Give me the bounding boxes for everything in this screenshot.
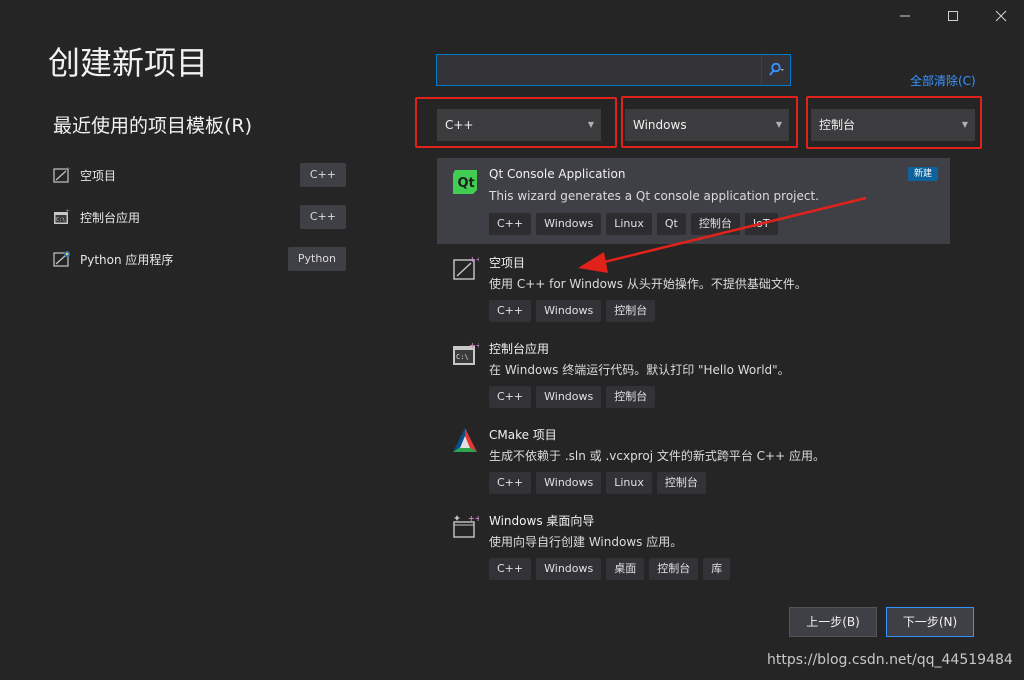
tag: C++ (489, 472, 532, 494)
chevron-down-icon: ▼ (961, 120, 968, 129)
svg-text:++: ++ (468, 514, 479, 523)
desktop-wizard-icon: ++ (453, 514, 479, 538)
search-button[interactable] (761, 55, 790, 85)
recent-item-python-app[interactable]: Python 应用程序 Python (53, 246, 346, 272)
empty-project-icon: ++ (453, 255, 479, 280)
template-tags: C++ Windows 控制台 (489, 386, 656, 408)
cmake-icon (453, 428, 477, 452)
template-name: CMake 项目 (489, 428, 557, 442)
maximize-icon (948, 11, 958, 21)
new-badge: 新建 (908, 167, 939, 181)
tag: Linux (606, 213, 652, 235)
tag: C++ (489, 300, 532, 322)
svg-text:++: ++ (65, 166, 71, 173)
recent-item-empty-project[interactable]: ++ 空项目 C++ (53, 162, 346, 188)
search-box (436, 54, 791, 86)
next-button[interactable]: 下一步(N) (886, 607, 974, 637)
python-app-icon (53, 251, 70, 267)
template-name: 空项目 (489, 256, 526, 270)
console-app-icon: C:\ ++ (54, 208, 71, 224)
tag: C++ (489, 213, 532, 235)
search-input[interactable] (437, 55, 761, 85)
tag: Qt (656, 213, 686, 235)
recent-item-label: 空项目 (80, 168, 117, 183)
tag: 控制台 (690, 213, 740, 235)
search-icon (769, 62, 784, 76)
chevron-down-icon: ▼ (587, 120, 594, 129)
template-description: 在 Windows 终端运行代码。默认打印 "Hello World"。 (489, 363, 790, 377)
console-app-icon: C:\ ++ (453, 341, 479, 365)
template-tags: C++ Windows Linux Qt 控制台 IoT (489, 213, 778, 235)
tag: 控制台 (606, 300, 656, 322)
language-filter-value: C++ (445, 118, 474, 132)
project-type-filter-dropdown[interactable]: 控制台 ▼ (811, 109, 975, 141)
chevron-down-icon: ▼ (775, 120, 782, 129)
close-button[interactable] (978, 0, 1024, 32)
empty-project-icon: ++ (53, 166, 71, 183)
tag: 库 (703, 558, 731, 580)
template-description: This wizard generates a Qt console appli… (489, 189, 819, 203)
template-item-empty-project[interactable]: ++ 空项目 使用 C++ for Windows 从头开始操作。不提供基础文件… (437, 244, 950, 330)
tag: 桌面 (606, 558, 645, 580)
tag: C++ (489, 386, 532, 408)
tag: 控制台 (649, 558, 699, 580)
minimize-button[interactable] (882, 0, 928, 32)
template-name: 控制台应用 (489, 342, 550, 356)
clear-all-link[interactable]: 全部清除(C) (910, 72, 976, 89)
svg-text:++: ++ (469, 255, 479, 264)
minimize-icon (900, 15, 910, 17)
template-description: 使用向导自行创建 Windows 应用。 (489, 535, 683, 549)
template-tags: C++ Windows 桌面 控制台 库 (489, 558, 731, 580)
tag: Windows (536, 386, 602, 408)
tag: Windows (536, 472, 602, 494)
project-type-filter-value: 控制台 (819, 118, 856, 132)
template-tags: C++ Windows Linux 控制台 (489, 472, 706, 494)
qt-icon: Qt (453, 170, 477, 194)
template-item-qt-console[interactable]: Qt Qt Console Application This wizard ge… (437, 158, 950, 244)
svg-text:C:\: C:\ (456, 353, 469, 361)
page-title: 创建新项目 (48, 44, 209, 82)
template-item-desktop-wizard[interactable]: ++ Windows 桌面向导 使用向导自行创建 Windows 应用。 C++… (437, 502, 950, 588)
tag: Linux (606, 472, 652, 494)
language-filter-dropdown[interactable]: C++ ▼ (437, 109, 601, 141)
platform-filter-dropdown[interactable]: Windows ▼ (625, 109, 789, 141)
template-description: 使用 C++ for Windows 从头开始操作。不提供基础文件。 (489, 277, 807, 291)
recent-item-label: Python 应用程序 (80, 252, 174, 267)
platform-filter-value: Windows (633, 118, 687, 132)
recent-item-console-app[interactable]: C:\ ++ 控制台应用 C++ (53, 204, 346, 230)
template-description: 生成不依赖于 .sln 或 .vcxproj 文件的新式跨平台 C++ 应用。 (489, 449, 825, 463)
tag: 控制台 (606, 386, 656, 408)
svg-text:++: ++ (469, 341, 479, 350)
tag: Windows (536, 558, 602, 580)
svg-text:Qt: Qt (458, 176, 475, 191)
recent-item-tag: C++ (299, 163, 346, 187)
back-button[interactable]: 上一步(B) (789, 607, 877, 637)
recent-item-tag: Python (287, 247, 346, 271)
template-tags: C++ Windows 控制台 (489, 300, 656, 322)
tag: Windows (536, 300, 602, 322)
svg-text:C:\: C:\ (56, 217, 65, 223)
tag: Windows (536, 213, 602, 235)
svg-text:++: ++ (65, 208, 71, 215)
tag: IoT (744, 213, 778, 235)
template-item-console-app[interactable]: C:\ ++ 控制台应用 在 Windows 终端运行代码。默认打印 "Hell… (437, 330, 950, 416)
maximize-button[interactable] (930, 0, 976, 32)
recent-item-label: 控制台应用 (80, 210, 141, 225)
template-name: Windows 桌面向导 (489, 514, 595, 528)
tag: C++ (489, 558, 532, 580)
template-name: Qt Console Application (489, 167, 626, 181)
tag: 控制台 (656, 472, 706, 494)
watermark: https://blog.csdn.net/qq_44519484 (767, 652, 1013, 668)
recent-item-tag: C++ (299, 205, 346, 229)
close-icon (995, 10, 1007, 22)
template-item-cmake-project[interactable]: CMake 项目 生成不依赖于 .sln 或 .vcxproj 文件的新式跨平台… (437, 416, 950, 502)
recent-templates-heading: 最近使用的项目模板(R) (53, 115, 253, 137)
